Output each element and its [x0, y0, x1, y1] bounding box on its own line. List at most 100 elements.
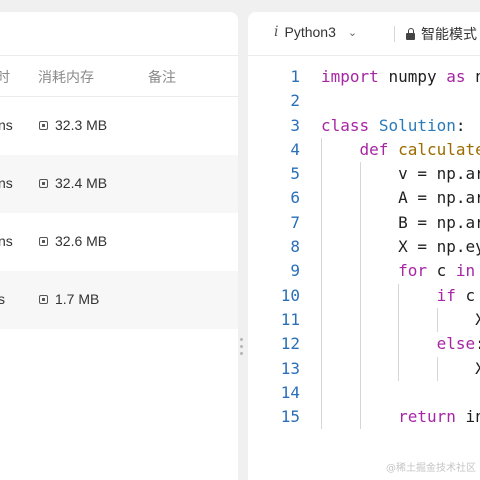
editor-toolbar: i Python3 ⌄ 智能模式 [248, 12, 480, 56]
table-row[interactable]: s 1.7 MB [0, 271, 238, 329]
code-text: for c in [321, 259, 475, 283]
code-token: def [359, 139, 389, 159]
code-area[interactable]: 1 import numpy as n 2 3 class Solution: 4 def… [248, 65, 480, 430]
cell-time: s [0, 291, 5, 307]
code-text: else: [321, 332, 480, 356]
line-number: 6 [290, 188, 300, 208]
line-number: 15 [280, 407, 300, 427]
results-panel-header [0, 12, 238, 56]
memory-chip-icon [38, 120, 49, 131]
header-memory: 消耗内存 [38, 69, 94, 85]
code-line[interactable]: 3 class Solution: [248, 114, 480, 138]
indent-guide [398, 283, 400, 381]
line-number: 9 [290, 261, 300, 281]
line-number: 4 [290, 139, 300, 159]
code-token: in [465, 407, 480, 427]
memory-chip-icon [38, 178, 49, 189]
code-token: in [455, 261, 476, 281]
line-number: 10 [280, 285, 300, 305]
code-token: : [475, 334, 480, 353]
code-line[interactable]: 15 return in [248, 405, 480, 429]
memory-chip-icon [38, 294, 49, 305]
code-line[interactable]: 6 A = np.ar [248, 186, 480, 210]
code-token: n [475, 67, 480, 86]
code-text: import numpy as n [321, 65, 480, 89]
code-line[interactable]: 12 else: [248, 332, 480, 356]
code-line[interactable]: 9 for c in [248, 259, 480, 283]
code-text: B = np.ar [321, 211, 480, 235]
table-row[interactable]: ns 32.4 MB [0, 155, 238, 213]
code-line[interactable]: 5 v = np.ar [248, 162, 480, 186]
code-token: numpy [388, 67, 437, 86]
panel-resize-handle[interactable] [240, 338, 244, 362]
line-number: 14 [280, 382, 300, 402]
code-editor[interactable]: i Python3 ⌄ 智能模式 1 import numpy as n 2 3 cla… [248, 12, 480, 480]
code-token: : [455, 115, 466, 135]
code-line[interactable]: 10 if c [248, 284, 480, 308]
line-number: 3 [290, 115, 300, 135]
code-token: Solution [378, 115, 456, 135]
info-icon: i [274, 24, 279, 40]
code-line[interactable]: 2 [248, 89, 480, 113]
code-token: class [321, 115, 370, 135]
results-table-header: 时 消耗内存 备注 [0, 56, 238, 97]
cell-time: ns [0, 175, 13, 191]
code-line[interactable]: 4 def calculate [248, 138, 480, 162]
indent-guide [436, 356, 438, 381]
line-number: 11 [280, 309, 300, 329]
chevron-down-icon: ⌄ [347, 26, 358, 39]
line-number: 8 [290, 237, 300, 257]
code-token: c [465, 285, 476, 305]
line-number: 12 [280, 334, 300, 354]
mode-label: 智能模式 [421, 26, 477, 42]
code-text: class Solution: [321, 114, 466, 138]
cell-memory: 1.7 MB [38, 291, 99, 307]
code-token: return [398, 407, 456, 427]
language-label: Python3 [284, 24, 336, 40]
code-text: X [321, 308, 480, 332]
code-text: return in [321, 405, 480, 429]
memory-chip-icon [38, 236, 49, 247]
line-number: 1 [290, 67, 300, 86]
code-token: B = np.ar [398, 212, 480, 232]
code-line[interactable]: 11 X [248, 308, 480, 332]
header-time: 时 [0, 69, 10, 85]
code-token: v = np.ar [398, 164, 480, 184]
code-token: X [475, 309, 480, 329]
lock-icon [406, 27, 415, 40]
code-line[interactable]: 7 B = np.ar [248, 211, 480, 235]
code-token: for [398, 261, 427, 281]
line-number: 13 [280, 358, 300, 378]
code-token: A = np.ar [398, 188, 480, 208]
code-token: calculate [398, 139, 480, 159]
code-line[interactable]: 8 X = np.ey [248, 235, 480, 259]
code-text: def calculate [321, 138, 480, 162]
code-text: X [321, 357, 480, 381]
cell-memory: 32.3 MB [38, 117, 107, 133]
code-line[interactable]: 13 X [248, 357, 480, 381]
indent-guide [321, 137, 322, 430]
cell-memory: 32.6 MB [38, 233, 107, 249]
code-text: v = np.ar [321, 162, 480, 186]
code-text: A = np.ar [321, 186, 480, 210]
indent-guide [359, 162, 361, 430]
code-line[interactable]: 14 [248, 381, 480, 405]
code-token: else [436, 334, 476, 354]
line-number: 5 [290, 164, 300, 184]
header-notes: 备注 [148, 69, 176, 85]
code-token: import [321, 67, 379, 86]
code-token: c [436, 261, 447, 281]
code-line[interactable]: 1 import numpy as n [248, 65, 480, 89]
code-token: X = np.ey [398, 237, 480, 257]
mode-selector[interactable]: 智能模式 [406, 24, 477, 44]
language-selector[interactable]: i Python3 ⌄ [274, 24, 357, 40]
code-text: X = np.ey [321, 235, 480, 259]
code-token: if [436, 285, 456, 305]
toolbar-divider [394, 26, 395, 42]
results-panel: 时 消耗内存 备注 ns 32.3 MB ns 32.4 MB ns 32.6 … [0, 12, 238, 480]
line-number: 7 [290, 212, 300, 232]
table-row[interactable]: ns 32.6 MB [0, 213, 238, 271]
table-row[interactable]: ns 32.3 MB [0, 97, 238, 155]
code-token: as [446, 67, 466, 86]
cell-time: ns [0, 233, 13, 249]
